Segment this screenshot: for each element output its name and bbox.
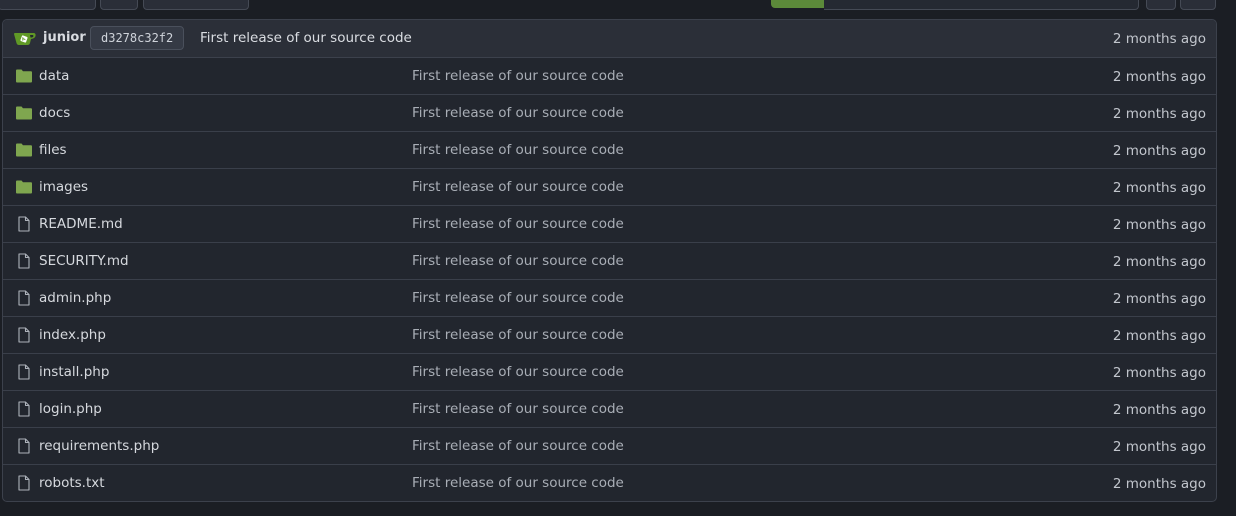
commit-author-link[interactable]: junior — [43, 30, 86, 45]
file-name-link[interactable]: index.php — [39, 327, 106, 343]
commit-time: 2 months ago — [1112, 69, 1206, 85]
commit-time: 2 months ago — [1112, 31, 1206, 47]
file-list: data First release of our source code 2 mo… — [3, 58, 1216, 501]
file-row: requirements.php First release of our sou… — [3, 428, 1216, 465]
copy-button[interactable] — [1146, 0, 1176, 10]
repo-file-table: junior d3278c32f2 First release of our s… — [2, 19, 1217, 502]
more-options-button[interactable] — [1180, 0, 1216, 10]
commit-time: 2 months ago — [1112, 180, 1206, 196]
file-name-link[interactable]: SECURITY.md — [39, 253, 129, 269]
toolbar-icon-button[interactable] — [100, 0, 138, 10]
file-row: robots.txt First release of our source co… — [3, 465, 1216, 501]
commit-time: 2 months ago — [1112, 476, 1206, 492]
folder-icon — [15, 68, 33, 84]
file-icon — [15, 216, 33, 232]
clone-url-input[interactable] — [824, 0, 1139, 10]
file-name-link[interactable]: requirements.php — [39, 438, 159, 454]
file-icon — [15, 475, 33, 491]
commit-message-link[interactable]: First release of our source code — [412, 216, 624, 232]
commit-message-link[interactable]: First release of our source code — [412, 253, 624, 269]
file-name-link[interactable]: README.md — [39, 216, 123, 232]
commit-sha-button[interactable]: d3278c32f2 — [90, 26, 185, 50]
folder-icon — [15, 105, 33, 121]
commit-message-link[interactable]: First release of our source code — [200, 30, 412, 46]
file-row: login.php First release of our source cod… — [3, 391, 1216, 428]
commit-time: 2 months ago — [1112, 143, 1206, 159]
file-row: README.md First release of our source cod… — [3, 206, 1216, 243]
commit-message-link[interactable]: First release of our source code — [412, 327, 624, 343]
commit-message-link[interactable]: First release of our source code — [412, 179, 624, 195]
commit-message-link[interactable]: First release of our source code — [412, 142, 624, 158]
file-name-link[interactable]: admin.php — [39, 290, 111, 306]
commit-message-link[interactable]: First release of our source code — [412, 68, 624, 84]
file-row: docs First release of our source code 2 mo… — [3, 95, 1216, 132]
file-row: index.php First release of our source cod… — [3, 317, 1216, 354]
commit-message-link[interactable]: First release of our source code — [412, 105, 624, 121]
folder-icon — [15, 142, 33, 158]
file-icon — [15, 438, 33, 454]
commit-message-link[interactable]: First release of our source code — [412, 401, 624, 417]
file-icon — [15, 327, 33, 343]
file-icon — [15, 290, 33, 306]
folder-name-link[interactable]: files — [39, 142, 67, 158]
file-icon — [15, 253, 33, 269]
file-row: files First release of our source code 2 m… — [3, 132, 1216, 169]
file-row: SECURITY.md First release of our source c… — [3, 243, 1216, 280]
file-name-link[interactable]: login.php — [39, 401, 102, 417]
folder-name-link[interactable]: docs — [39, 105, 70, 121]
file-icon — [15, 401, 33, 417]
commit-time: 2 months ago — [1112, 291, 1206, 307]
commit-time: 2 months ago — [1112, 217, 1206, 233]
commit-time: 2 months ago — [1112, 402, 1206, 418]
file-row: data First release of our source code 2 mo… — [3, 58, 1216, 95]
commit-message-link[interactable]: First release of our source code — [412, 475, 624, 491]
clone-https-button[interactable] — [771, 0, 824, 8]
repo-toolbar — [0, 0, 1236, 10]
toolbar-button[interactable] — [143, 0, 249, 10]
file-icon — [15, 364, 33, 380]
folder-name-link[interactable]: images — [39, 179, 88, 195]
commit-message-link[interactable]: First release of our source code — [412, 290, 624, 306]
commit-time: 2 months ago — [1112, 439, 1206, 455]
file-name-link[interactable]: install.php — [39, 364, 109, 380]
commit-time: 2 months ago — [1112, 365, 1206, 381]
branch-button[interactable] — [0, 0, 96, 10]
commit-time: 2 months ago — [1112, 254, 1206, 270]
folder-icon — [15, 179, 33, 195]
commit-message-link[interactable]: First release of our source code — [412, 364, 624, 380]
commit-message-link[interactable]: First release of our source code — [412, 438, 624, 454]
file-name-link[interactable]: robots.txt — [39, 475, 105, 491]
commit-time: 2 months ago — [1112, 106, 1206, 122]
file-row: install.php First release of our source c… — [3, 354, 1216, 391]
gitea-logo-icon — [14, 33, 36, 45]
folder-name-link[interactable]: data — [39, 68, 69, 84]
file-row: admin.php First release of our source cod… — [3, 280, 1216, 317]
latest-commit-bar: junior d3278c32f2 First release of our s… — [3, 20, 1216, 58]
file-row: images First release of our source code 2 … — [3, 169, 1216, 206]
commit-time: 2 months ago — [1112, 328, 1206, 344]
